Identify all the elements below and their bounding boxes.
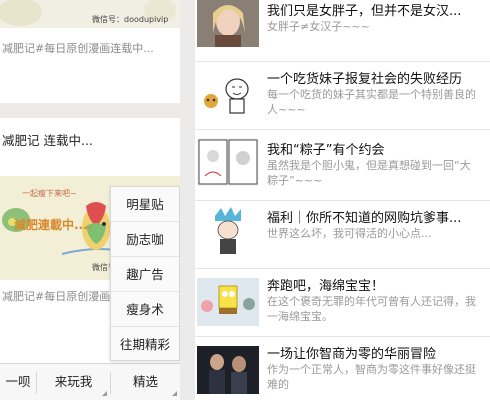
article-row[interactable]: 奔跑吧，海绵宝宝！ 在这个褒奇无罪的年代可曾有人还记得，我一海绵宝宝。 — [195, 269, 490, 337]
article-row[interactable]: 一个吃货妹子报复社会的失败经历 每一个吃货的妹子其实都是一个特别善良的人~~~ — [195, 62, 490, 130]
article-description: 作为一个正常人，智商为零这件事好像还挺难的 — [267, 363, 476, 391]
article-thumbnail — [197, 346, 259, 394]
article-row[interactable]: 我们只是女胖子，但并不是女汉... 女胖子≠女汉子~~~ — [195, 0, 490, 62]
article-row[interactable]: 福利｜你所不知道的网购坑爹事... 世界这么坏，我可得活的小心点... — [195, 201, 490, 269]
tab-label: 来玩我 — [54, 374, 93, 389]
article-title: 我和“粽子”有个约会 — [267, 143, 385, 158]
submenu-item[interactable]: 瘦身术 — [111, 292, 179, 327]
submenu-indicator-icon — [102, 391, 107, 396]
article-title: 福利｜你所不知道的网购坑爹事... — [267, 211, 462, 226]
image-headline: 減肥連載中.... — [14, 218, 93, 232]
article-thumbnail — [197, 138, 259, 186]
column-gap — [180, 0, 195, 400]
article-row[interactable]: 一场让你智商为零的华丽冒险 作为一个正常人，智商为零这件事好像还挺难的 — [195, 337, 490, 400]
submenu-item[interactable]: 趣广告 — [111, 257, 179, 292]
article-title: 一个吃货妹子报复社会的失败经历 — [267, 72, 463, 87]
tab-menu-1[interactable]: 一呗 — [0, 364, 36, 400]
tab-menu-3[interactable]: 精选 — [111, 364, 180, 400]
tab-label: 精选 — [132, 374, 158, 389]
submenu-popup: 明星贴 励志咖 趣广告 瘦身术 往期精彩 — [110, 186, 180, 361]
comic-image[interactable]: 微信号：doodupivip — [0, 0, 180, 28]
article-thumbnail — [197, 67, 259, 115]
article-title: 一场让你智商为零的华丽冒险 — [267, 347, 437, 362]
tab-label: 一呗 — [5, 374, 31, 389]
feed-card[interactable]: 微信号：doodupivip 减肥记#每日原创漫画连载中... — [0, 0, 180, 103]
article-description: 每一个吃货的妹子其实都是一个特别善良的人~~~ — [267, 88, 476, 116]
article-list: 我们只是女胖子，但并不是女汉... 女胖子≠女汉子~~~ 一个吃货妹子报复社会的… — [195, 0, 490, 400]
article-title: 我们只是女胖子，但并不是女汉... — [267, 4, 462, 19]
bottom-menu-bar: 一呗 来玩我 精选 — [0, 363, 180, 400]
article-thumbnail — [197, 206, 259, 254]
submenu-indicator-icon — [172, 391, 177, 396]
image-subtext: 一起瘦下来吧~ — [22, 189, 77, 198]
watermark-text: 微信号：doodupivip — [92, 15, 169, 24]
tab-menu-2[interactable]: 来玩我 — [37, 364, 110, 400]
submenu-item[interactable]: 往期精彩 — [111, 327, 179, 362]
article-description: 女胖子≠女汉子~~~ — [267, 20, 370, 33]
card-title: 减肥记 连载中... — [2, 133, 93, 148]
left-feed: 微信号：doodupivip 减肥记#每日原创漫画连载中... 减肥记 连载中.… — [0, 0, 180, 400]
article-thumbnail — [197, 0, 259, 47]
article-title: 奔跑吧，海绵宝宝！ — [267, 279, 385, 294]
article-description: 在这个褒奇无罪的年代可曾有人还记得，我一海绵宝宝。 — [267, 295, 476, 323]
article-row[interactable]: 我和“粽子”有个约会 虽然我是个胆小鬼，但是真想碰到一回“大粽子”~~~ — [195, 133, 490, 201]
article-description: 世界这么坏，我可得活的小心点... — [267, 227, 432, 240]
article-description: 虽然我是个胆小鬼，但是真想碰到一回“大粽子”~~~ — [267, 159, 471, 187]
card-caption: 减肥记#每日原创漫画连载中... — [2, 42, 154, 55]
article-thumbnail — [197, 278, 259, 326]
submenu-item[interactable]: 励志咖 — [111, 222, 179, 257]
submenu-item[interactable]: 明星贴 — [111, 187, 179, 222]
